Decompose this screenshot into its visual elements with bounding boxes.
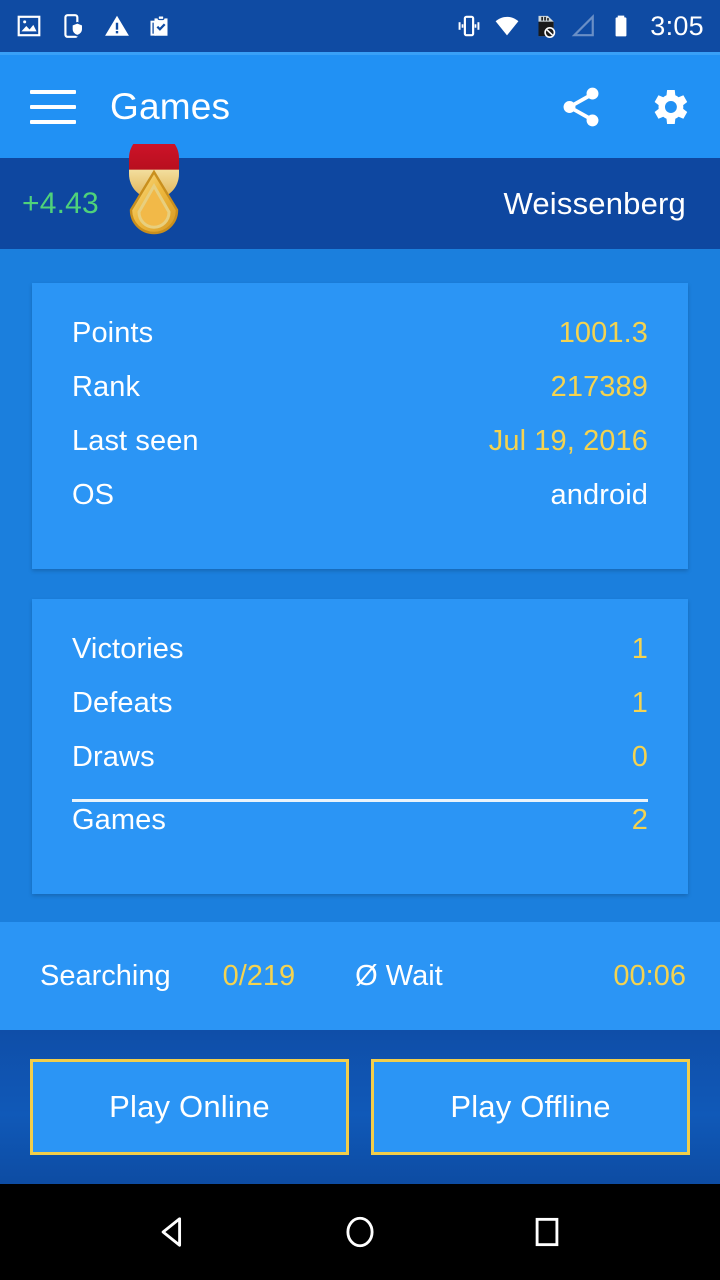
record-value: 2 (631, 804, 648, 836)
stat-value: 1001.3 (558, 317, 648, 349)
player-stats-card: Points 1001.3 Rank 217389 Last seen Jul … (32, 283, 688, 569)
recents-button[interactable] (517, 1202, 577, 1262)
stat-label: Points (72, 317, 154, 349)
player-header[interactable]: +4.43 Weissenberg (0, 144, 720, 249)
points-delta: +4.43 (22, 186, 99, 220)
page-title: Games (110, 85, 231, 127)
record-row-games-total: Games 2 (72, 804, 648, 858)
app-bar: Games (0, 52, 720, 158)
stat-value: Jul 19, 2016 (488, 425, 648, 457)
record-value: 1 (631, 633, 648, 665)
battery-icon (608, 13, 634, 39)
gear-icon[interactable] (646, 84, 692, 130)
status-bar-left-icons (16, 13, 174, 39)
rank-medal-icon (117, 144, 191, 249)
action-button-bar: Play Online Play Offline (0, 1030, 720, 1184)
status-bar: 3:05 (0, 0, 720, 52)
hamburger-menu-icon[interactable] (30, 89, 76, 124)
home-button[interactable] (330, 1202, 390, 1262)
status-bar-right-icons: 3:05 (456, 11, 704, 42)
stat-row-last-seen: Last seen Jul 19, 2016 (72, 425, 648, 479)
warning-triangle-icon (104, 13, 130, 39)
play-offline-button[interactable]: Play Offline (371, 1059, 690, 1155)
signal-no-service-icon (570, 13, 596, 39)
hamburger-line (30, 89, 76, 94)
stat-label: OS (72, 479, 115, 511)
sd-card-disabled-icon (532, 13, 558, 39)
app-bar-actions (558, 84, 692, 130)
stat-value: 217389 (550, 371, 648, 403)
stat-value: android (550, 479, 648, 511)
player-name: Weissenberg (503, 185, 686, 221)
record-label: Defeats (72, 687, 173, 719)
phone-shield-icon (60, 13, 86, 39)
matchmaking-status-bar: Searching 0/219 Ø Wait 00:06 (0, 922, 720, 1030)
searching-count: 0/219 (222, 959, 296, 992)
wifi-icon (494, 13, 520, 39)
main-content: Points 1001.3 Rank 217389 Last seen Jul … (0, 249, 720, 922)
record-label: Draws (72, 741, 155, 773)
record-value: 0 (631, 741, 648, 773)
play-online-button[interactable]: Play Online (30, 1059, 349, 1155)
hamburger-line (30, 104, 76, 109)
record-value: 1 (631, 687, 648, 719)
record-total-divider (72, 799, 648, 802)
android-navigation-bar (0, 1184, 720, 1280)
searching-label: Searching (40, 959, 171, 992)
stat-label: Last seen (72, 425, 199, 457)
vibrate-icon (456, 13, 482, 39)
record-row-draws: Draws 0 (72, 741, 648, 795)
back-button[interactable] (143, 1202, 203, 1262)
stat-row-rank: Rank 217389 (72, 371, 648, 425)
status-bar-clock: 3:05 (650, 10, 704, 41)
stat-row-os: OS android (72, 479, 648, 533)
stat-label: Rank (72, 371, 141, 403)
stat-row-points: Points 1001.3 (72, 317, 648, 371)
record-label: Victories (72, 633, 184, 665)
record-label: Games (72, 804, 166, 836)
hamburger-line (30, 119, 76, 124)
clipboard-check-icon (148, 13, 174, 39)
image-icon (16, 13, 42, 39)
match-record-card: Victories 1 Defeats 1 Draws 0 Games 2 (32, 599, 688, 894)
record-row-defeats: Defeats 1 (72, 687, 648, 741)
record-row-victories: Victories 1 (72, 633, 648, 687)
share-icon[interactable] (558, 84, 604, 130)
app-screen: 3:05 Games +4.43 Weissenberg Points 1001… (0, 0, 720, 1280)
avg-wait-value: 00:06 (613, 959, 686, 992)
avg-wait-label: Ø Wait (355, 959, 443, 992)
